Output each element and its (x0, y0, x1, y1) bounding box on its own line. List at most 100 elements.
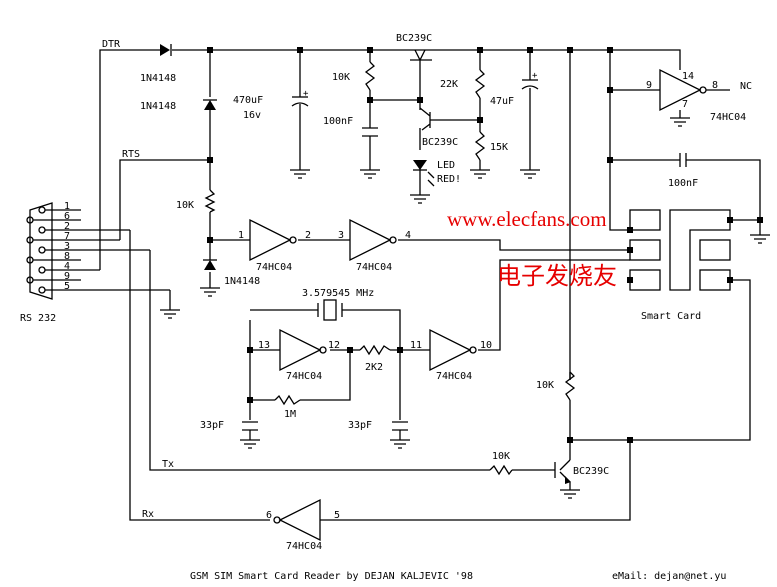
tx-label: Tx (162, 459, 174, 470)
junction-dot (397, 347, 403, 353)
q2-label: BC239C (422, 137, 458, 148)
ground-icon (560, 489, 580, 499)
junction-dot (607, 47, 613, 53)
junction-dot (727, 277, 733, 283)
svg-text:9: 9 (646, 80, 652, 91)
svg-text:10: 10 (480, 340, 492, 351)
ground-symbols (160, 117, 770, 499)
junction-dot (207, 157, 213, 163)
svg-text:+: + (303, 89, 309, 99)
capacitor-470uf: + 470uF 16v (233, 89, 309, 121)
resistor-rts-10k: 10K (176, 189, 216, 213)
resistor-15k: 15K (474, 131, 508, 161)
junction-dot (607, 157, 613, 163)
r10k-top-label: 10K (332, 72, 350, 83)
c470-label: 470uF (233, 95, 263, 106)
transistor-q1: BC239C (396, 33, 432, 62)
r10k-mid-label: 10K (536, 380, 554, 391)
dtr-label: DTR (102, 39, 121, 50)
d2-label: 1N4148 (140, 101, 176, 112)
ground-icon (290, 169, 310, 179)
card-contact-c1 (629, 209, 661, 231)
pin-5: 5 (64, 281, 70, 292)
db9-shell (29, 202, 53, 300)
ground-icon (240, 439, 260, 449)
svg-text:4: 4 (405, 230, 411, 241)
junction-dot (567, 437, 573, 443)
junction-dot (207, 47, 213, 53)
inverter-gate-13-12: 13 12 74HC04 (258, 328, 340, 382)
q3-label: BC239C (573, 466, 609, 477)
svg-text:+: + (532, 71, 538, 81)
svg-text:13: 13 (258, 340, 270, 351)
junction-dot (367, 47, 373, 53)
inverter-gate-1-2: 1 2 74HC04 (238, 218, 311, 273)
capacitor-47uf: + 47uF (490, 71, 539, 107)
svg-text:14: 14 (682, 71, 694, 82)
r15k-label: 15K (490, 142, 508, 153)
inverter-gate-5-6: 6 5 74HC04 (266, 498, 345, 552)
r10k-tx-label: 10K (492, 451, 510, 462)
junction-dot (367, 97, 373, 103)
led-color: RED! (437, 174, 461, 185)
c470-voltage: 16v (243, 110, 261, 121)
svg-text:74HC04: 74HC04 (286, 541, 322, 552)
svg-text:74HC04: 74HC04 (286, 371, 322, 382)
watermark-url: www.elecfans.com (447, 207, 607, 231)
junction-dot (417, 97, 423, 103)
inverter-gate-9-8: 9 8 14 7 74HC04 NC (646, 68, 752, 123)
connector-label: RS 232 (20, 313, 56, 324)
resistor-2k2: 2K2 (359, 344, 391, 373)
watermark-cn: 电子发烧友 (497, 263, 617, 290)
junction-dot (247, 347, 253, 353)
smart-card: Smart Card (629, 209, 731, 322)
resistor-22k: 22K (440, 69, 486, 99)
junction-dot (527, 47, 533, 53)
capacitor-33pf-a: 33pF (200, 420, 258, 431)
svg-text:74HC04: 74HC04 (356, 262, 392, 273)
ground-icon (670, 117, 690, 127)
q1-label: BC239C (396, 33, 432, 44)
card-contact-c6 (699, 239, 731, 261)
inverter-gate-3-4: 3 4 74HC04 (338, 218, 411, 273)
svg-text:6: 6 (266, 510, 272, 521)
ground-icon (410, 194, 430, 204)
diode-d2: 1N4148 (140, 99, 217, 112)
ground-icon (200, 287, 220, 297)
c100n-right-label: 100nF (668, 178, 698, 189)
ground-icon (160, 309, 180, 319)
rts-label: RTS (122, 149, 140, 160)
capacitor-100nf-right: 100nF (668, 153, 698, 189)
svg-text:5: 5 (334, 510, 340, 521)
card-contact-io (699, 269, 731, 291)
smart-card-label: Smart Card (641, 311, 701, 322)
inverter-gate-11-10: 11 10 74HC04 (410, 328, 492, 382)
svg-text:8: 8 (712, 80, 718, 91)
ground-icon (750, 234, 770, 244)
svg-text:74HC04: 74HC04 (436, 371, 472, 382)
nc-label: NC (740, 81, 752, 92)
svg-text:7: 7 (682, 99, 688, 110)
c47u-label: 47uF (490, 96, 514, 107)
footer-email: eMail: dejan@net.yu (612, 571, 726, 582)
ground-icon (520, 169, 540, 179)
led-label: LED (437, 160, 455, 171)
junction-dot (207, 237, 213, 243)
resistor-1m: 1M (274, 394, 301, 420)
junction-dot (627, 437, 633, 443)
svg-text:2: 2 (305, 230, 311, 241)
rs232-connector: 1 6 2 7 3 8 4 9 5 RS 232 (20, 201, 170, 324)
junction-dot (727, 217, 733, 223)
crystal: 3.579545 MHz (302, 288, 374, 321)
transistor-q3: BC239C (565, 466, 609, 484)
junction-dot (607, 87, 613, 93)
junction-dot (627, 247, 633, 253)
c33-b-label: 33pF (348, 420, 372, 431)
junction-dot (247, 397, 253, 403)
junction-dot (627, 227, 633, 233)
r22k-label: 22K (440, 79, 458, 90)
d3-label: 1N4148 (224, 276, 260, 287)
capacitor-33pf-b: 33pF (348, 420, 408, 431)
svg-text:3: 3 (338, 230, 344, 241)
resistor-10k-top: 10K (332, 61, 376, 91)
